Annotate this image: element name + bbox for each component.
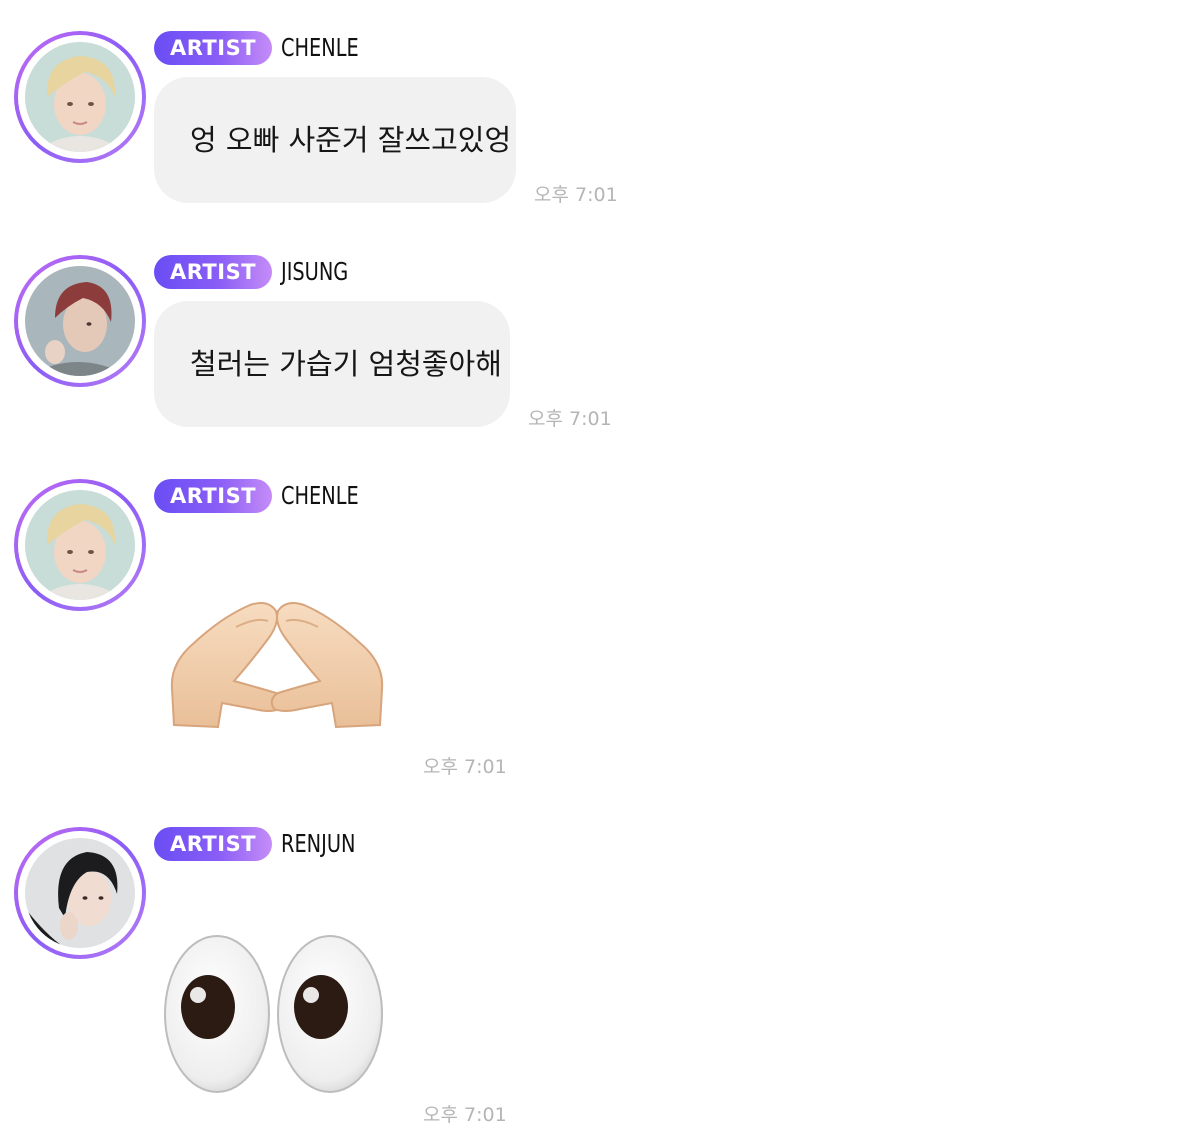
chenle-avatar — [25, 42, 135, 152]
message-bubble: 엉 오빠 사준거 잘쓰고있엉 — [154, 77, 516, 203]
message-time: 오후 7:01 — [528, 408, 612, 430]
renjun-avatar — [25, 838, 135, 948]
message-time: 오후 7:01 — [423, 756, 507, 778]
message-bubble: 철러는 가습기 엄청좋아해 — [154, 301, 510, 427]
message-time: 오후 7:01 — [534, 184, 618, 206]
heart-hands-emoji — [164, 597, 390, 731]
chenle-avatar — [25, 490, 135, 600]
avatar[interactable] — [14, 479, 146, 611]
artist-badge: ARTIST — [154, 255, 272, 289]
avatar[interactable] — [14, 827, 146, 959]
sender-name[interactable]: RENJUN — [281, 827, 355, 861]
artist-badge: ARTIST — [154, 827, 272, 861]
eyes-emoji — [164, 933, 388, 1095]
sender-name[interactable]: CHENLE — [281, 479, 359, 513]
sender-name[interactable]: JISUNG — [281, 255, 348, 289]
sender-name[interactable]: CHENLE — [281, 31, 359, 65]
avatar[interactable] — [14, 31, 146, 163]
artist-badge: ARTIST — [154, 31, 272, 65]
artist-badge: ARTIST — [154, 479, 272, 513]
avatar[interactable] — [14, 255, 146, 387]
jisung-avatar — [25, 266, 135, 376]
message-time: 오후 7:01 — [423, 1104, 507, 1126]
